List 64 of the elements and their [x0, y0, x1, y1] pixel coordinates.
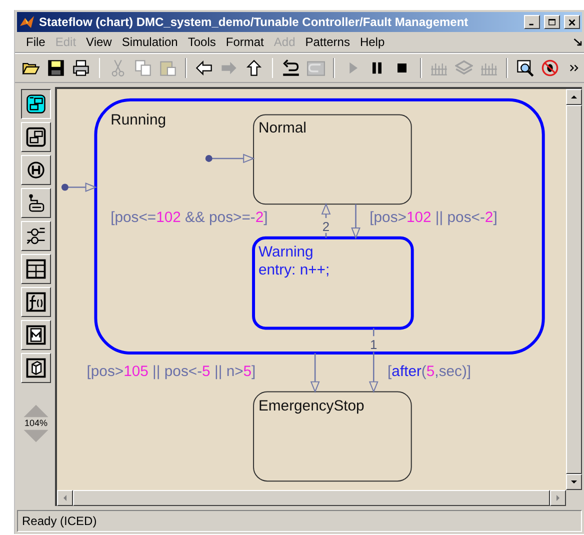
connective-junction-icon	[26, 226, 46, 246]
history-junction-icon	[26, 160, 46, 180]
menu-item[interactable]: Help	[354, 35, 390, 49]
function-icon	[26, 292, 46, 312]
simulink-function-tool-button[interactable]	[21, 353, 51, 383]
undo-icon[interactable]	[282, 59, 300, 77]
more-chevron-icon[interactable]	[568, 62, 580, 74]
default-transition-icon	[26, 193, 46, 213]
scroll-up-button[interactable]	[566, 89, 582, 105]
printer-icon[interactable]	[72, 59, 90, 77]
transition-label: [after(5,sec)]	[388, 364, 472, 380]
magnifier-icon[interactable]	[516, 59, 534, 77]
state-name: Normal	[258, 120, 306, 137]
junction-tool-button[interactable]	[21, 221, 51, 251]
transition-arrow[interactable]	[368, 328, 378, 394]
state-name: Running	[110, 112, 166, 129]
execution-order-number: 2	[322, 218, 330, 234]
menu-item[interactable]: Patterns	[300, 35, 355, 49]
window-title: Stateflow (chart) DMC_system_demo/Tunable Controller/Fault Management	[39, 15, 470, 29]
truth-table-icon	[26, 259, 46, 279]
state-box[interactable]	[253, 114, 412, 205]
state-name: Warning	[258, 244, 314, 261]
default-transition-arrow[interactable]	[205, 154, 255, 164]
state-name: EmergencyStop	[258, 398, 364, 415]
function-tool-button[interactable]	[21, 287, 51, 317]
state-box[interactable]	[94, 98, 545, 355]
transition-label: [pos>102 || pos<-2]	[370, 210, 498, 226]
box-tool-button[interactable]	[21, 122, 51, 152]
boxes-icon	[26, 127, 46, 147]
scroll-down-button[interactable]	[566, 474, 582, 490]
scroll-left-button[interactable]	[57, 490, 73, 506]
matlab-function-tool-button[interactable]	[21, 320, 51, 350]
bug-icon[interactable]	[541, 59, 560, 77]
state-action: entry: n++;	[258, 262, 330, 279]
menu-item[interactable]: File	[21, 35, 50, 49]
logo-icon	[19, 14, 35, 30]
transition-label: [pos<=102 && pos>=-2]	[110, 210, 268, 226]
transition-label: [pos>105 || pos<-5 || n>5]	[86, 364, 256, 380]
transition-arrow[interactable]	[321, 202, 331, 238]
menu-item[interactable]: Simulation	[116, 35, 183, 49]
state-box[interactable]	[253, 391, 412, 482]
state-tool-button[interactable]	[21, 89, 51, 119]
down-arrow-icon[interactable]	[570, 478, 578, 486]
execution-order-number: 1	[370, 337, 378, 352]
transition-arrow[interactable]	[310, 353, 320, 394]
states-icon	[26, 94, 46, 114]
transition-arrow[interactable]	[351, 204, 360, 240]
status-text: Ready (ICED)	[22, 514, 97, 528]
left-arrow-icon[interactable]	[195, 59, 214, 77]
state-box[interactable]	[252, 236, 414, 330]
up-arrow-icon[interactable]	[245, 59, 264, 77]
document-icon	[26, 325, 46, 345]
menu-item[interactable]: View	[81, 35, 117, 49]
default-transition-arrow[interactable]	[61, 182, 98, 192]
zoom-level: 104%	[24, 418, 48, 429]
menu-item[interactable]: Format	[220, 35, 269, 49]
menu-item[interactable]: Tools	[182, 35, 221, 49]
cube-icon	[26, 358, 46, 378]
history-tool-button[interactable]	[21, 155, 51, 185]
scroll-right-button[interactable]	[550, 490, 566, 506]
expand-arrow-icon[interactable]	[572, 36, 584, 48]
truth-table-tool-button[interactable]	[21, 254, 51, 284]
default-transition-tool-button[interactable]	[21, 188, 51, 218]
up-arrow-icon[interactable]	[570, 93, 578, 101]
